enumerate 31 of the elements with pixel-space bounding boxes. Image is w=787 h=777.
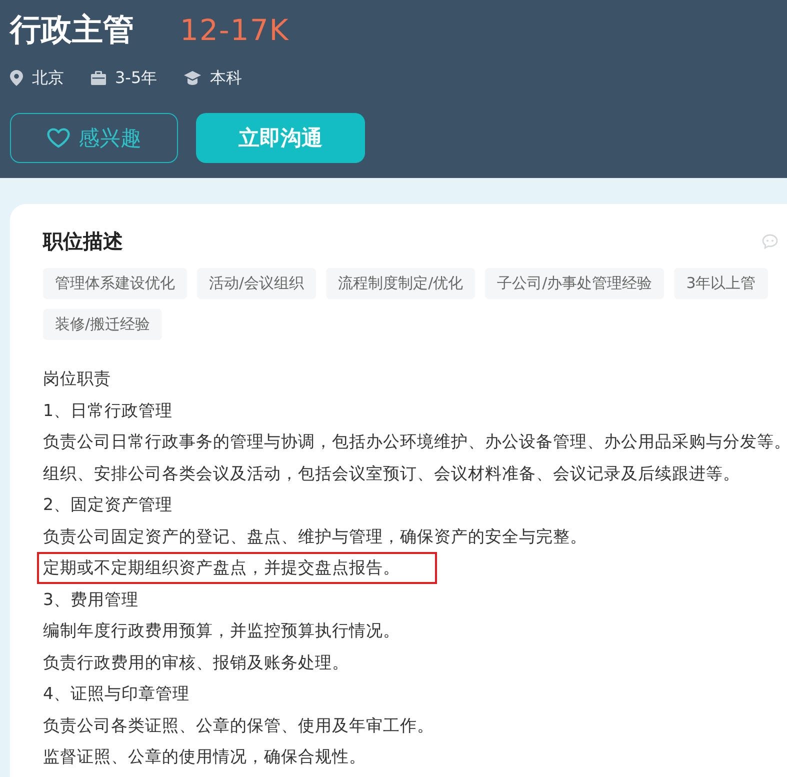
description-line: 负责公司日常行政事务的管理与协调，包括办公环境维护、办公设备管理、办公用品采购与分发等。 [43, 431, 787, 453]
chat-now-button[interactable]: 立即沟通 [196, 113, 365, 163]
briefcase-icon [91, 71, 106, 85]
experience-text: 3-5年 [115, 68, 158, 88]
salary-range: 12-17K [180, 12, 290, 49]
description-line: 岗位职责 [43, 368, 111, 390]
interested-button[interactable]: 感兴趣 [10, 113, 178, 163]
description-line: 3、费用管理 [43, 588, 138, 610]
location-pin-icon [10, 70, 23, 86]
job-title: 行政主管 [10, 11, 134, 50]
description-line: 负责行政费用的审核、报销及账务处理。 [43, 652, 349, 674]
skill-tag: 流程制度制定/优化 [326, 268, 476, 299]
description-line: 2、固定资产管理 [43, 494, 172, 516]
description-line: 负责公司各类证照、公章的保管、使用及年审工作。 [43, 714, 434, 736]
description-line: 1、日常行政管理 [43, 400, 172, 422]
description-line: 组织、安排公司各类会议及活动，包括会议室预订、会议材料准备、会议记录及后续跟进等。 [43, 462, 740, 484]
skill-tag: 活动/会议组织 [197, 268, 316, 299]
skill-tag: 3年以上管 [674, 268, 768, 299]
graduation-cap-icon [184, 71, 202, 85]
heart-icon [46, 128, 70, 148]
education-text: 本科 [210, 68, 242, 88]
description-line: 编制年度行政费用预算，并监控预算执行情况。 [43, 620, 400, 642]
description-line: 4、证照与印章管理 [43, 683, 190, 705]
description-line: 监督证照、公章的使用情况，确保合规性。 [43, 746, 366, 768]
skill-tag: 管理体系建设优化 [43, 268, 187, 299]
skill-tag: 装修/搬迁经验 [43, 309, 162, 340]
skill-tag: 子公司/办事处管理经验 [485, 268, 664, 299]
section-heading: 职位描述 [43, 228, 123, 254]
comment-icon[interactable] [762, 234, 778, 248]
description-line: 负责公司固定资产的登记、盘点、维护与管理，确保资产的安全与完整。 [43, 526, 587, 548]
location-text: 北京 [32, 68, 64, 88]
